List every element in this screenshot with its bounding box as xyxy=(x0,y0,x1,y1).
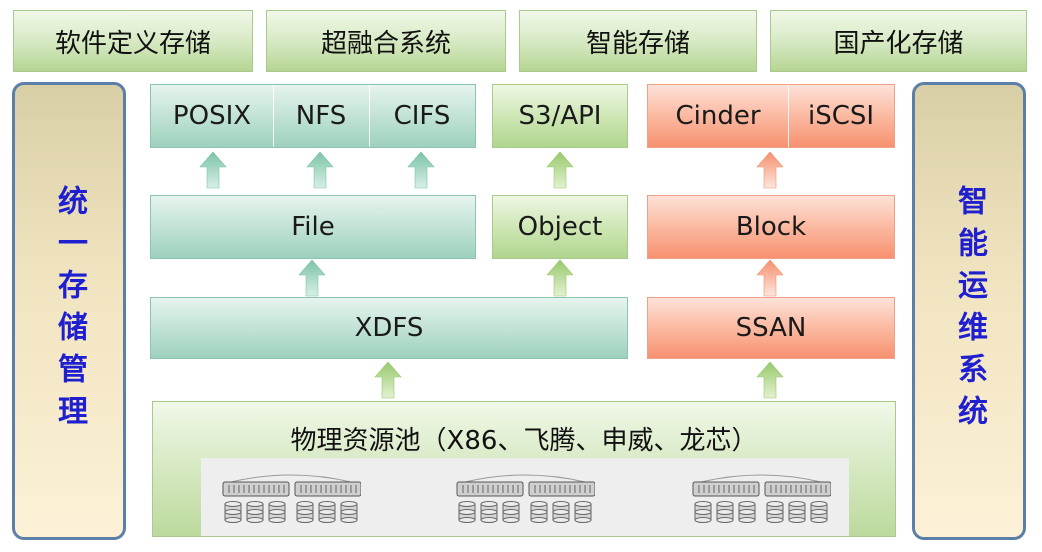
top-category-domestic: 国产化存储 xyxy=(770,10,1027,72)
server-rack-icon xyxy=(456,474,596,523)
top-category-hyperconverged: 超融合系统 xyxy=(266,10,506,72)
protocol-s3-api: S3/API xyxy=(492,84,628,148)
top-category-label: 超融合系统 xyxy=(320,28,451,59)
top-category-label: 国产化存储 xyxy=(833,28,964,59)
server-rack-icon xyxy=(222,474,362,523)
protocol-cifs: CIFS xyxy=(369,85,475,147)
interface-file: File xyxy=(150,195,476,259)
left-panel-title: 统一存储管理 xyxy=(52,185,87,437)
server-group-right xyxy=(691,474,832,524)
protocol-label: POSIX xyxy=(172,101,252,131)
arrow-up-icon xyxy=(546,259,574,297)
server-group-middle xyxy=(455,474,596,524)
protocol-label: NFS xyxy=(295,101,347,131)
arrow-up-icon xyxy=(756,151,784,189)
server-group-left xyxy=(221,474,362,524)
top-category-label: 智能存储 xyxy=(585,28,690,59)
file-protocols-box: POSIX NFS CIFS xyxy=(150,84,476,148)
protocol-label: Cinder xyxy=(675,101,761,131)
arrow-up-icon xyxy=(756,361,784,399)
interface-block: Block xyxy=(647,195,895,259)
protocol-label: S3/API xyxy=(518,101,602,131)
protocol-posix: POSIX xyxy=(151,85,273,147)
arrow-up-icon xyxy=(298,259,326,297)
arrow-up-icon xyxy=(407,151,435,189)
left-panel-unified-management: 统一存储管理 xyxy=(12,82,126,540)
protocol-nfs: NFS xyxy=(273,85,369,147)
engine-ssan: SSAN xyxy=(647,297,895,359)
server-rack-icon xyxy=(692,474,832,523)
protocol-label: iSCSI xyxy=(807,101,875,131)
protocol-cinder: Cinder xyxy=(648,85,788,147)
arrow-up-icon xyxy=(306,151,334,189)
block-protocols-box: Cinder iSCSI xyxy=(647,84,895,148)
top-category-intelligent: 智能存储 xyxy=(519,10,757,72)
engine-label: XDFS xyxy=(354,313,424,343)
protocol-label: CIFS xyxy=(393,101,451,131)
arrow-up-icon xyxy=(546,151,574,189)
top-category-label: 软件定义存储 xyxy=(54,28,211,59)
interface-label: File xyxy=(291,212,335,242)
interface-object: Object xyxy=(492,195,628,259)
interface-label: Object xyxy=(517,212,603,242)
right-panel-title: 智能运维系统 xyxy=(952,185,987,437)
top-category-software-defined: 软件定义存储 xyxy=(13,10,253,72)
physical-resource-pool: 物理资源池（X86、飞腾、申威、龙芯） xyxy=(152,401,896,537)
resource-pool-title: 物理资源池（X86、飞腾、申威、龙芯） xyxy=(290,426,758,456)
protocol-iscsi: iSCSI xyxy=(788,85,894,147)
engine-label: SSAN xyxy=(735,313,807,343)
right-panel-intelligent-ops: 智能运维系统 xyxy=(912,82,1026,540)
interface-label: Block xyxy=(735,212,807,242)
server-cluster-panel xyxy=(201,458,849,536)
arrow-up-icon xyxy=(374,361,402,399)
arrow-up-icon xyxy=(756,259,784,297)
arrow-up-icon xyxy=(199,151,227,189)
engine-xdfs: XDFS xyxy=(150,297,628,359)
